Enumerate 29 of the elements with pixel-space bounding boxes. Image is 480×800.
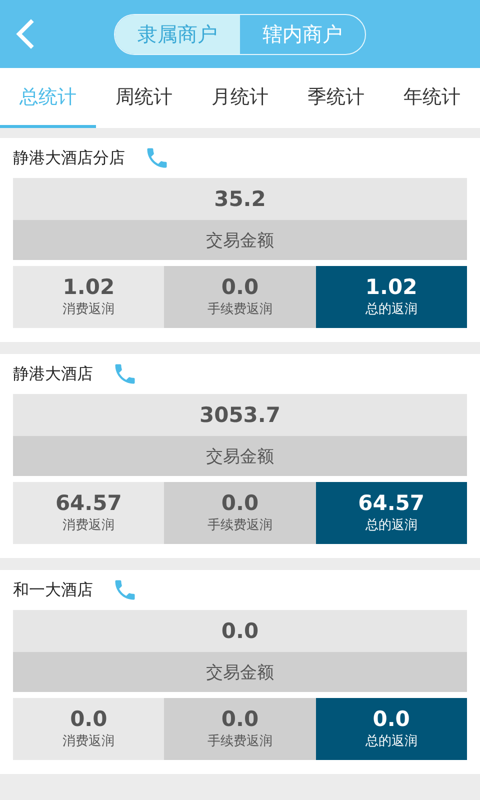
amount-label: 交易金额 — [13, 652, 467, 692]
stat-value: 0.0 — [70, 708, 108, 732]
stat-label: 消费返润 — [62, 300, 115, 318]
stat-value: 64.57 — [358, 492, 425, 516]
merchant-name: 和一大酒店 — [13, 580, 93, 600]
stat-label: 手续费返润 — [207, 300, 272, 318]
stat-value: 1.02 — [365, 276, 418, 300]
stat-value: 64.57 — [55, 492, 122, 516]
amount-label: 交易金额 — [13, 220, 467, 260]
merchant-name: 静港大酒店分店 — [13, 148, 125, 168]
merchant-name: 静港大酒店 — [13, 364, 93, 384]
stat-value: 0.0 — [372, 708, 410, 732]
stat-label: 手续费返润 — [207, 516, 272, 534]
stat-label: 消费返润 — [62, 732, 115, 750]
stat-label: 消费返润 — [62, 516, 115, 534]
amount-value: 35.2 — [13, 178, 467, 220]
stat-value: 0.0 — [221, 708, 259, 732]
stat-value: 0.0 — [221, 492, 259, 516]
stat-label: 手续费返润 — [207, 732, 272, 750]
stat-label: 总的返润 — [365, 300, 418, 318]
stat-label: 总的返润 — [365, 732, 418, 750]
stat-label: 总的返润 — [365, 516, 418, 534]
stat-value: 0.0 — [221, 276, 259, 300]
back-icon — [15, 19, 35, 49]
amount-value: 3053.7 — [13, 394, 467, 436]
amount-value: 0.0 — [13, 610, 467, 652]
amount-label: 交易金额 — [13, 436, 467, 476]
stat-value: 1.02 — [62, 276, 115, 300]
back-button[interactable] — [14, 19, 36, 49]
